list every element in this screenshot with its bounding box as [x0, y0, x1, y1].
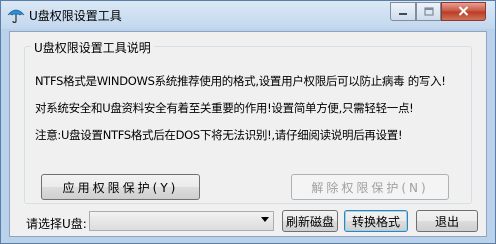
client-area: U盘权限设置工具说明 NTFS格式是WINDOWS系统推荐使用的格式,设置用户权… [9, 31, 487, 237]
select-drive-label: 请选择U盘: [26, 217, 87, 231]
title-bar[interactable]: U盘权限设置工具 [1, 1, 495, 29]
chevron-down-icon[interactable] [261, 217, 269, 222]
convert-format-button[interactable]: 转换格式 [344, 210, 408, 232]
close-icon [458, 5, 469, 19]
refresh-disk-button[interactable]: 刷新磁盘 [282, 210, 338, 232]
instructions-group: U盘权限设置工具说明 NTFS格式是WINDOWS系统推荐使用的格式,设置用户权… [24, 39, 472, 204]
maximize-icon [423, 5, 434, 19]
group-title: U盘权限设置工具说明 [31, 39, 154, 56]
maximize-button[interactable] [416, 2, 441, 21]
remove-protection-button[interactable]: 解除权限保护(N) [291, 174, 449, 200]
close-button[interactable] [441, 2, 486, 21]
minimize-button[interactable] [390, 2, 416, 21]
window-title: U盘权限设置工具 [29, 9, 122, 23]
info-line-1: NTFS格式是WINDOWS系统推荐使用的格式,设置用户权限后可以防止病毒 的写… [35, 74, 446, 88]
info-line-3: 注意:U盘设置NTFS格式后在DOS下将无法识别!,请仔细阅读说明后再设置! [35, 128, 403, 142]
apply-protection-button[interactable]: 应用权限保护(Y) [41, 174, 200, 200]
info-line-2: 对系统安全和U盘资料安全有着至关重要的作用!设置简单方便,只需轻轻一点! [35, 101, 414, 115]
drive-select[interactable] [89, 211, 274, 231]
minimize-icon [398, 5, 408, 19]
umbrella-icon [7, 7, 25, 24]
exit-button[interactable]: 退出 [416, 210, 478, 232]
app-window: U盘权限设置工具 U盘权限设置工具说明 NTFS格式是WINDOWS系统推荐使用… [0, 0, 496, 244]
